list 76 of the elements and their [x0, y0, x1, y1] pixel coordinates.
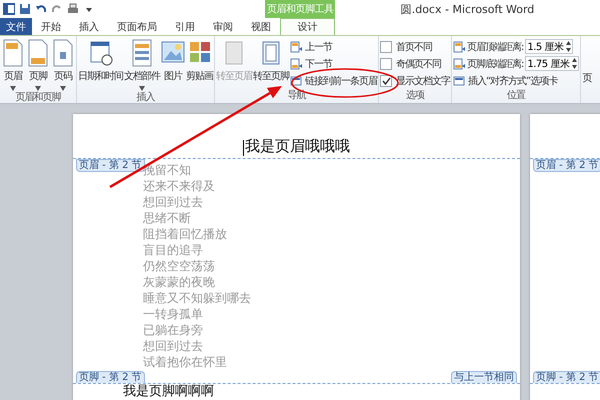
contextual-tab-title: 页眉和页脚工具	[265, 0, 335, 18]
body-text-line: 想回到过去	[143, 194, 204, 210]
body-text-line: 已躺在身旁	[143, 322, 204, 338]
footer-text: 我是页脚啊啊啊	[122, 384, 215, 399]
footer-section-tag: 页脚 - 第 2 节	[76, 371, 145, 383]
same-as-previous-tag: 与上一节相同	[451, 371, 517, 383]
body-text-line: 睡意又不知躲到哪去	[143, 290, 252, 306]
ribbon-tab[interactable]: 审阅	[204, 18, 242, 35]
header-section-tag: 页眉 - 第 2 节	[76, 159, 145, 172]
ribbon-button[interactable]: 图片	[161, 39, 185, 83]
ribbon-tab[interactable]: 设计	[280, 18, 335, 35]
next-section-icon	[290, 58, 302, 70]
checkbox-label: 奇偶页不同	[396, 58, 441, 70]
ribbon-button[interactable]: 剪贴画	[186, 39, 213, 83]
body-text-line: 灰蒙蒙的夜晚	[143, 274, 216, 290]
spin-arrows-icon[interactable]	[572, 58, 578, 69]
body-text-line: 盲目的追寻	[143, 242, 204, 258]
page-footer-icon	[26, 39, 50, 67]
body-text-line: 仍然空空荡荡	[143, 258, 216, 274]
header-text: 我是页眉哦哦哦	[245, 137, 350, 156]
group-label: 插入	[136, 91, 156, 105]
ribbon-button[interactable]: 转至页脚	[253, 39, 289, 83]
spin-field[interactable]: 1.75 厘米	[525, 56, 580, 71]
ribbon-button[interactable]: 页脚	[26, 39, 50, 91]
footer-margin-icon	[453, 58, 465, 70]
page-number-icon	[51, 39, 75, 67]
spin-arrows-icon[interactable]	[566, 41, 572, 52]
ribbon-button[interactable]: 页码	[51, 39, 75, 91]
group-label: 页眉和页脚	[14, 91, 62, 105]
checkbox[interactable]	[380, 74, 392, 86]
ribbon-tab[interactable]: 视图	[242, 18, 280, 35]
group-label: 位置	[506, 89, 526, 103]
group-label: 选项	[405, 89, 426, 103]
print-icon[interactable]	[67, 3, 79, 15]
ribbon-tab[interactable]: 插入	[70, 18, 108, 35]
header-section-tag: 页眉 - 第 2 节	[533, 159, 600, 172]
field-label: 页眉顶端距离:	[467, 40, 524, 54]
page-header-icon	[1, 39, 25, 67]
ribbon-button[interactable]: 文档部件	[124, 39, 160, 91]
body-text-line: 一转身孤单	[143, 306, 204, 322]
body-text-line: 还来不来得及	[143, 178, 216, 194]
ribbon-button[interactable]: 页眉	[1, 39, 25, 91]
redo-icon[interactable]	[51, 3, 63, 15]
spin-field[interactable]: 1.5 厘米	[525, 39, 574, 54]
document-parts-icon	[130, 39, 154, 67]
linked-pages-icon	[453, 74, 465, 86]
ribbon-tab[interactable]: 文件	[0, 18, 32, 35]
checkbox[interactable]	[380, 58, 392, 70]
field-label: 页脚底端距离:	[467, 58, 524, 70]
body-text-line: 阻挡着回忆播放	[143, 226, 228, 242]
header-margin-icon	[453, 40, 465, 52]
body-text-line: 想回到过去	[143, 338, 204, 354]
body-text-line: 试着抱你在怀里	[143, 354, 228, 370]
checkbox[interactable]	[380, 40, 392, 52]
dropdown-caret-icon[interactable]	[35, 86, 41, 91]
ribbon-button[interactable]: 链接到前一条页眉	[290, 73, 377, 88]
window-title: 圆.docx - Microsoft Word	[400, 2, 536, 16]
ribbon-button[interactable]: 页	[582, 39, 592, 85]
body-text-line: 思绪不断	[143, 210, 192, 226]
previous-section-icon	[290, 40, 302, 52]
undo-icon[interactable]	[35, 3, 47, 15]
calendar-clock-icon	[88, 39, 112, 67]
ribbon-button[interactable]: 上一节	[290, 39, 377, 54]
save-icon[interactable]	[19, 3, 31, 15]
dropdown-caret-icon[interactable]	[10, 86, 16, 91]
ribbon-button[interactable]: 下一节	[290, 56, 377, 71]
dropdown-caret-icon[interactable]	[139, 86, 145, 91]
ribbon-tab[interactable]: 引用	[166, 18, 204, 35]
dropdown-caret-icon[interactable]	[60, 86, 66, 91]
ribbon-button[interactable]: 插入“对齐方式”选项卡	[453, 73, 580, 88]
text-cursor	[243, 140, 244, 156]
footer-section-tag: 页脚 - 第 2 节	[533, 371, 600, 383]
ribbon-button[interactable]: 日期和时间	[78, 39, 123, 83]
ribbon-tab[interactable]: 页面布局	[108, 18, 166, 35]
ribbon-tab[interactable]: 开始	[32, 18, 70, 35]
checkbox-label: 首页不同	[396, 40, 432, 54]
